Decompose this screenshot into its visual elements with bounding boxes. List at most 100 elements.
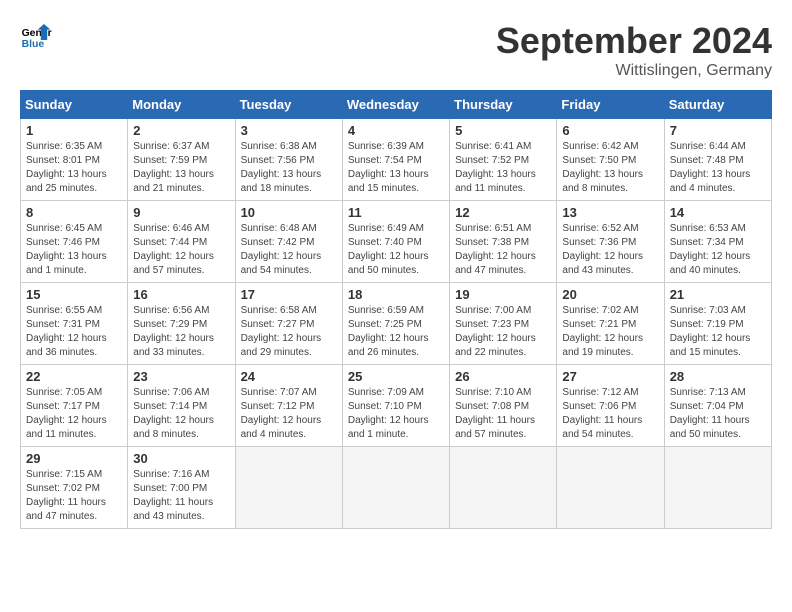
- column-header-thursday: Thursday: [450, 91, 557, 119]
- day-number: 20: [562, 287, 658, 302]
- page-header: General Blue September 2024 Wittislingen…: [20, 20, 772, 80]
- day-number: 24: [241, 369, 337, 384]
- day-number: 11: [348, 205, 444, 220]
- cell-details: Sunrise: 7:05 AMSunset: 7:17 PMDaylight:…: [26, 386, 122, 442]
- calendar-cell: 28 Sunrise: 7:13 AMSunset: 7:04 PMDayligh…: [664, 365, 771, 447]
- calendar-cell: 3 Sunrise: 6:38 AMSunset: 7:56 PMDaylight…: [235, 119, 342, 201]
- calendar-cell: 8 Sunrise: 6:45 AMSunset: 7:46 PMDaylight…: [21, 201, 128, 283]
- calendar-week-5: 29 Sunrise: 7:15 AMSunset: 7:02 PMDayligh…: [21, 447, 772, 529]
- day-number: 22: [26, 369, 122, 384]
- day-number: 14: [670, 205, 766, 220]
- svg-text:General: General: [22, 28, 52, 39]
- calendar-week-1: 1 Sunrise: 6:35 AMSunset: 8:01 PMDaylight…: [21, 119, 772, 201]
- cell-details: Sunrise: 7:03 AMSunset: 7:19 PMDaylight:…: [670, 304, 766, 360]
- cell-details: Sunrise: 7:07 AMSunset: 7:12 PMDaylight:…: [241, 386, 337, 442]
- calendar-cell: 20 Sunrise: 7:02 AMSunset: 7:21 PMDayligh…: [557, 283, 664, 365]
- cell-details: Sunrise: 7:12 AMSunset: 7:06 PMDaylight:…: [562, 386, 658, 442]
- day-number: 1: [26, 123, 122, 138]
- calendar-cell: 30 Sunrise: 7:16 AMSunset: 7:00 PMDayligh…: [128, 447, 235, 529]
- calendar-cell: 13 Sunrise: 6:52 AMSunset: 7:36 PMDayligh…: [557, 201, 664, 283]
- day-number: 7: [670, 123, 766, 138]
- day-number: 4: [348, 123, 444, 138]
- cell-details: Sunrise: 6:46 AMSunset: 7:44 PMDaylight:…: [133, 222, 229, 278]
- svg-text:Blue: Blue: [22, 39, 45, 50]
- logo-icon: General Blue: [20, 20, 52, 52]
- cell-details: Sunrise: 7:00 AMSunset: 7:23 PMDaylight:…: [455, 304, 551, 360]
- calendar-cell: 17Sunrise: 6:58 AMSunset: 7:27 PMDayligh…: [235, 283, 342, 365]
- cell-details: Sunrise: 6:56 AMSunset: 7:29 PMDaylight:…: [133, 304, 229, 360]
- day-number: 10: [241, 205, 337, 220]
- cell-details: Sunrise: 6:41 AMSunset: 7:52 PMDaylight:…: [455, 140, 551, 196]
- calendar-cell: 11 Sunrise: 6:49 AMSunset: 7:40 PMDayligh…: [342, 201, 449, 283]
- day-number: 6: [562, 123, 658, 138]
- cell-details: Sunrise: 6:37 AMSunset: 7:59 PMDaylight:…: [133, 140, 229, 196]
- calendar-cell: 10 Sunrise: 6:48 AMSunset: 7:42 PMDayligh…: [235, 201, 342, 283]
- column-header-friday: Friday: [557, 91, 664, 119]
- day-number: 13: [562, 205, 658, 220]
- day-number: 19: [455, 287, 551, 302]
- calendar-cell: 5 Sunrise: 6:41 AMSunset: 7:52 PMDaylight…: [450, 119, 557, 201]
- day-number: 8: [26, 205, 122, 220]
- cell-details: Sunrise: 7:16 AMSunset: 7:00 PMDaylight:…: [133, 468, 229, 524]
- calendar-cell: 6 Sunrise: 6:42 AMSunset: 7:50 PMDaylight…: [557, 119, 664, 201]
- cell-details: Sunrise: 7:06 AMSunset: 7:14 PMDaylight:…: [133, 386, 229, 442]
- day-number: 27: [562, 369, 658, 384]
- calendar-cell: 29 Sunrise: 7:15 AMSunset: 7:02 PMDayligh…: [21, 447, 128, 529]
- month-title: September 2024: [496, 20, 772, 62]
- calendar-cell: 15 Sunrise: 6:55 AMSunset: 7:31 PMDayligh…: [21, 283, 128, 365]
- cell-details: Sunrise: 7:15 AMSunset: 7:02 PMDaylight:…: [26, 468, 122, 524]
- column-header-tuesday: Tuesday: [235, 91, 342, 119]
- calendar-cell: 18 Sunrise: 6:59 AMSunset: 7:25 PMDayligh…: [342, 283, 449, 365]
- cell-details: Sunrise: 7:13 AMSunset: 7:04 PMDaylight:…: [670, 386, 766, 442]
- calendar-cell: [235, 447, 342, 529]
- cell-details: Sunrise: 7:10 AMSunset: 7:08 PMDaylight:…: [455, 386, 551, 442]
- calendar-cell: [557, 447, 664, 529]
- day-number: 12: [455, 205, 551, 220]
- calendar-cell: 25Sunrise: 7:09 AMSunset: 7:10 PMDayligh…: [342, 365, 449, 447]
- cell-details: Sunrise: 6:55 AMSunset: 7:31 PMDaylight:…: [26, 304, 122, 360]
- calendar-cell: 27 Sunrise: 7:12 AMSunset: 7:06 PMDayligh…: [557, 365, 664, 447]
- cell-details: Sunrise: 6:51 AMSunset: 7:38 PMDaylight:…: [455, 222, 551, 278]
- calendar-cell: 19 Sunrise: 7:00 AMSunset: 7:23 PMDayligh…: [450, 283, 557, 365]
- day-number: 18: [348, 287, 444, 302]
- calendar-week-4: 22 Sunrise: 7:05 AMSunset: 7:17 PMDayligh…: [21, 365, 772, 447]
- day-number: 3: [241, 123, 337, 138]
- calendar-cell: [664, 447, 771, 529]
- calendar-cell: 26 Sunrise: 7:10 AMSunset: 7:08 PMDayligh…: [450, 365, 557, 447]
- calendar-week-2: 8 Sunrise: 6:45 AMSunset: 7:46 PMDaylight…: [21, 201, 772, 283]
- calendar-table: SundayMondayTuesdayWednesdayThursdayFrid…: [20, 90, 772, 529]
- cell-details: Sunrise: 6:48 AMSunset: 7:42 PMDaylight:…: [241, 222, 337, 278]
- day-number: 21: [670, 287, 766, 302]
- cell-details: Sunrise: 7:02 AMSunset: 7:21 PMDaylight:…: [562, 304, 658, 360]
- cell-details: Sunrise: 6:58 AMSunset: 7:27 PMDaylight:…: [241, 304, 337, 360]
- day-number: 29: [26, 451, 122, 466]
- calendar-cell: 4Sunrise: 6:39 AMSunset: 7:54 PMDaylight…: [342, 119, 449, 201]
- cell-details: Sunrise: 6:52 AMSunset: 7:36 PMDaylight:…: [562, 222, 658, 278]
- calendar-cell: 24 Sunrise: 7:07 AMSunset: 7:12 PMDayligh…: [235, 365, 342, 447]
- cell-details: Sunrise: 6:45 AMSunset: 7:46 PMDaylight:…: [26, 222, 122, 278]
- day-number: 26: [455, 369, 551, 384]
- calendar-cell: 16Sunrise: 6:56 AMSunset: 7:29 PMDayligh…: [128, 283, 235, 365]
- title-block: September 2024 Wittislingen, Germany: [496, 20, 772, 80]
- calendar-cell: 21 Sunrise: 7:03 AMSunset: 7:19 PMDayligh…: [664, 283, 771, 365]
- calendar-cell: 7Sunrise: 6:44 AMSunset: 7:48 PMDaylight…: [664, 119, 771, 201]
- day-number: 15: [26, 287, 122, 302]
- calendar-cell: 14 Sunrise: 6:53 AMSunset: 7:34 PMDayligh…: [664, 201, 771, 283]
- day-number: 30: [133, 451, 229, 466]
- calendar-cell: 23 Sunrise: 7:06 AMSunset: 7:14 PMDayligh…: [128, 365, 235, 447]
- cell-details: Sunrise: 6:42 AMSunset: 7:50 PMDaylight:…: [562, 140, 658, 196]
- day-number: 23: [133, 369, 229, 384]
- cell-details: Sunrise: 6:38 AMSunset: 7:56 PMDaylight:…: [241, 140, 337, 196]
- calendar-cell: 1 Sunrise: 6:35 AMSunset: 8:01 PMDaylight…: [21, 119, 128, 201]
- calendar-cell: 2Sunrise: 6:37 AMSunset: 7:59 PMDaylight…: [128, 119, 235, 201]
- day-number: 5: [455, 123, 551, 138]
- calendar-week-3: 15 Sunrise: 6:55 AMSunset: 7:31 PMDayligh…: [21, 283, 772, 365]
- calendar-cell: 22 Sunrise: 7:05 AMSunset: 7:17 PMDayligh…: [21, 365, 128, 447]
- cell-details: Sunrise: 6:35 AMSunset: 8:01 PMDaylight:…: [26, 140, 122, 196]
- day-number: 28: [670, 369, 766, 384]
- cell-details: Sunrise: 7:09 AMSunset: 7:10 PMDaylight:…: [348, 386, 444, 442]
- cell-details: Sunrise: 6:49 AMSunset: 7:40 PMDaylight:…: [348, 222, 444, 278]
- cell-details: Sunrise: 6:59 AMSunset: 7:25 PMDaylight:…: [348, 304, 444, 360]
- cell-details: Sunrise: 6:53 AMSunset: 7:34 PMDaylight:…: [670, 222, 766, 278]
- calendar-header-row: SundayMondayTuesdayWednesdayThursdayFrid…: [21, 91, 772, 119]
